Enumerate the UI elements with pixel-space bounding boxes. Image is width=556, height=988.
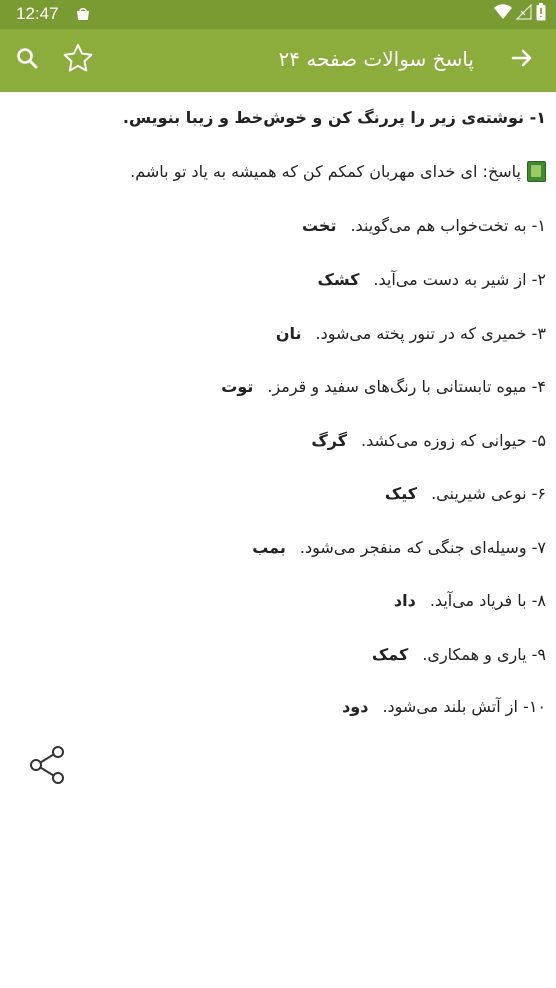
app-bar: پاسخ سوالات صفحه ۲۴ <box>0 29 556 92</box>
status-bar: 12:47 <box>0 0 556 29</box>
list-item: ۷- وسیله‌ای جنگی که منفجر می‌شود. بمب <box>252 538 546 557</box>
item-answer: داد <box>393 591 416 610</box>
list-item: ۱۰- از آتش بلند می‌شود. دود <box>342 697 546 716</box>
item-question: ۴- میوه تابستانی با رنگ‌های سفید و قرمز. <box>267 377 546 396</box>
answer-text: پاسخ: ای خدای مهربان کمکم کن که همیشه به… <box>130 162 521 181</box>
shopping-bag-icon <box>75 6 91 22</box>
answer-line: پاسخ: ای خدای مهربان کمکم کن که همیشه به… <box>130 161 546 182</box>
back-button[interactable] <box>505 43 539 77</box>
list-item: ۱- به تخت‌خواب هم می‌گویند. تخت <box>302 216 546 235</box>
item-question: ۹- یاری و همکاری. <box>422 645 546 664</box>
share-button[interactable] <box>28 745 66 785</box>
list-item: ۵- حیوانی که زوزه می‌کشد. گرگ <box>311 431 546 450</box>
wifi-icon <box>494 4 512 24</box>
star-outline-icon <box>62 43 94 77</box>
item-question: ۸- با فریاد می‌آید. <box>429 591 546 610</box>
item-answer: دود <box>342 697 369 716</box>
item-question: ۳- خمیری که در تنور پخته می‌شود. <box>315 324 547 343</box>
item-question: ۵- حیوانی که زوزه می‌کشد. <box>361 431 546 450</box>
list-item: ۸- با فریاد می‌آید. داد <box>394 591 546 610</box>
item-answer: بمب <box>252 538 286 557</box>
item-answer: کشک <box>317 270 360 289</box>
signal-icon <box>515 3 532 24</box>
battery-icon <box>536 3 546 25</box>
item-answer: توت <box>221 377 254 396</box>
page-title: پاسخ سوالات صفحه ۲۴ <box>278 47 475 71</box>
arrow-right-icon <box>511 47 533 73</box>
status-time: 12:47 <box>16 4 59 23</box>
list-item: ۹- یاری و همکاری. کمک <box>372 645 546 664</box>
list-item: ۶- نوعی شیرینی. کیک <box>385 484 546 503</box>
item-question: ۱۰- از آتش بلند می‌شود. <box>382 697 546 716</box>
list-item: ۴- میوه تابستانی با رنگ‌های سفید و قرمز.… <box>221 377 546 396</box>
search-button[interactable] <box>10 43 44 77</box>
item-answer: گرگ <box>311 431 348 450</box>
item-question: ۲- از شیر به دست می‌آید. <box>373 270 546 289</box>
search-icon <box>15 46 39 74</box>
share-icon <box>28 746 66 789</box>
item-answer: کیک <box>384 484 418 503</box>
book-icon <box>527 161 546 182</box>
item-answer: نان <box>275 324 302 343</box>
list-item: ۳- خمیری که در تنور پخته می‌شود. نان <box>276 324 546 343</box>
item-question: ۶- نوعی شیرینی. <box>431 484 546 503</box>
status-icons <box>494 3 546 25</box>
item-question: ۷- وسیله‌ای جنگی که منفجر می‌شود. <box>299 538 546 557</box>
question-heading: ۱- نوشته‌ی زیر را پررنگ کن و خوش‌خط و زی… <box>122 108 546 127</box>
list-item: ۲- از شیر به دست می‌آید. کشک <box>317 270 546 289</box>
favorite-button[interactable] <box>61 43 95 77</box>
item-answer: کمک <box>371 645 409 664</box>
item-question: ۱- به تخت‌خواب هم می‌گویند. <box>350 216 546 235</box>
item-answer: تخت <box>301 216 337 235</box>
